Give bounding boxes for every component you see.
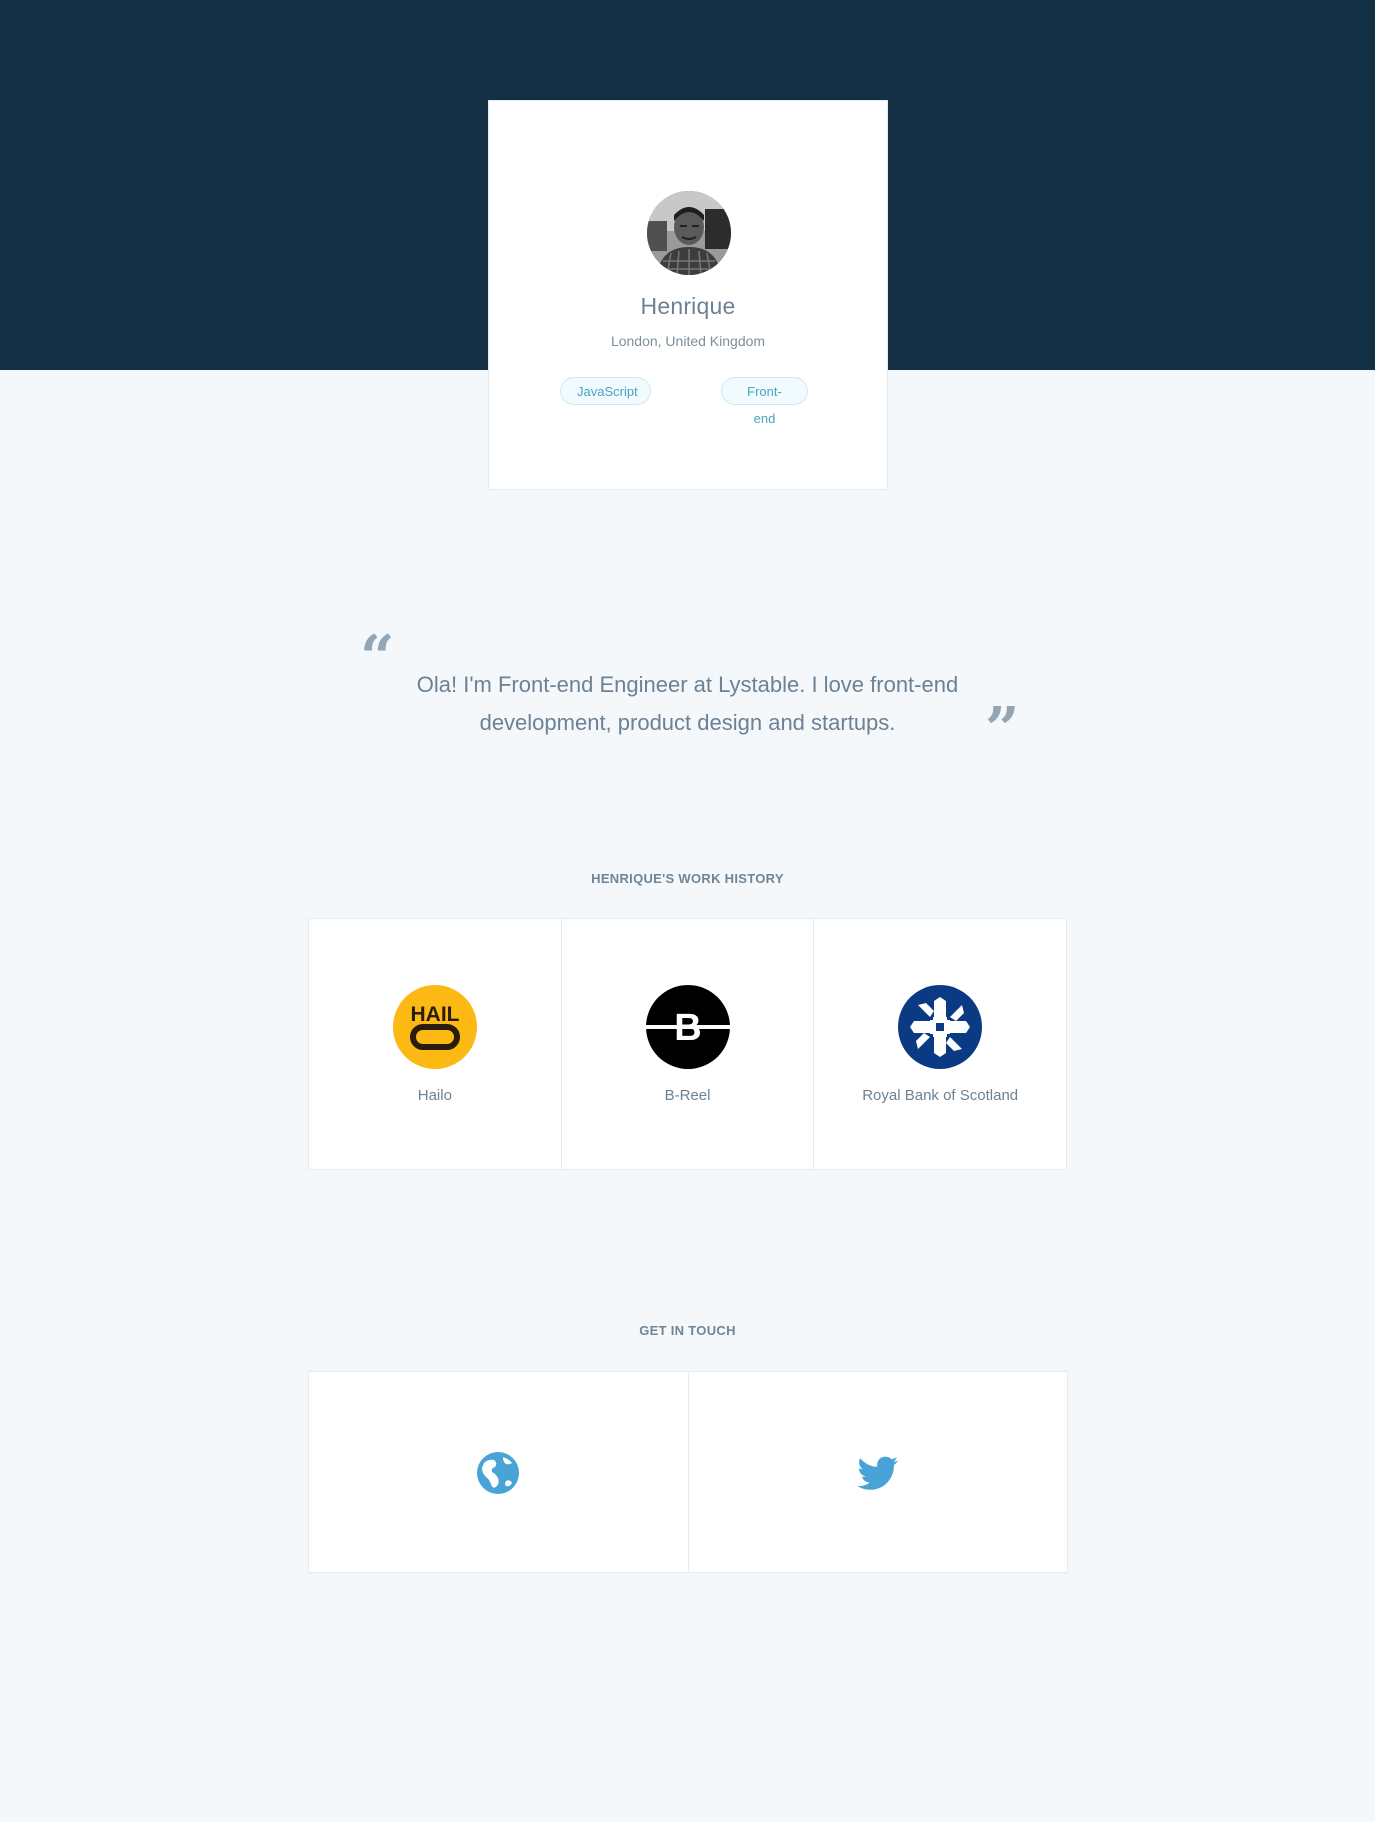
open-quote-icon: “ xyxy=(360,623,395,693)
twitter-link[interactable] xyxy=(689,1372,1068,1572)
close-quote-icon: ” xyxy=(985,695,1020,765)
company-card-breel[interactable]: B B-Reel xyxy=(562,919,815,1169)
website-link[interactable] xyxy=(309,1372,689,1572)
profile-name: Henrique xyxy=(640,293,736,319)
bio-text: Ola! I'm Front-end Engineer at Lystable.… xyxy=(416,672,959,735)
rbs-logo xyxy=(898,985,983,1069)
work-history-heading: HENRIQUE'S WORK HISTORY xyxy=(591,871,784,886)
svg-text:B: B xyxy=(674,1007,701,1049)
globe-icon xyxy=(477,1452,520,1494)
twitter-icon xyxy=(857,1456,898,1490)
work-history-grid: HAIL Hailo B B-Reel Royal Bank of Scotla… xyxy=(308,918,1067,1170)
tag-front-end[interactable]: Front-end xyxy=(721,377,808,426)
profile-card: Henrique London, United Kingdom JavaScri… xyxy=(488,100,888,490)
contact-grid xyxy=(308,1371,1068,1573)
contact-heading: GET IN TOUCH xyxy=(639,1323,736,1338)
profile-location: London, United Kingdom xyxy=(610,333,766,349)
company-name: B-Reel xyxy=(664,1087,711,1104)
company-name: Hailo xyxy=(417,1087,452,1104)
avatar xyxy=(647,191,731,275)
company-card-rbs[interactable]: Royal Bank of Scotland xyxy=(814,919,1066,1169)
breel-logo: B xyxy=(645,985,730,1069)
tag-javascript[interactable]: JavaScript xyxy=(560,377,651,405)
company-card-hailo[interactable]: HAIL Hailo xyxy=(309,919,562,1169)
company-name: Royal Bank of Scotland xyxy=(862,1087,1019,1104)
bio-quote: “ Ola! I'm Front-end Engineer at Lystabl… xyxy=(340,620,1040,760)
svg-text:HAIL: HAIL xyxy=(410,1003,459,1026)
hailo-logo: HAIL xyxy=(392,985,477,1069)
